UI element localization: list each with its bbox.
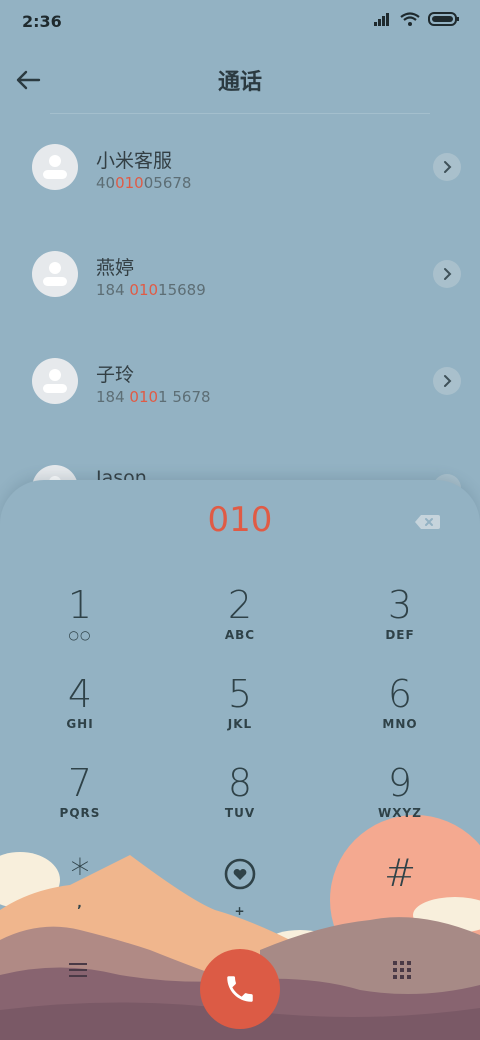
key-3[interactable]: 3 DEF — [340, 584, 460, 664]
key-letters: GHI — [66, 717, 94, 731]
menu-icon — [69, 963, 87, 977]
key-1[interactable]: 1 ○○ — [20, 584, 140, 664]
key-digit: 9 — [387, 761, 413, 805]
key-letters: WXYZ — [378, 806, 422, 820]
key-5[interactable]: 5 JKL — [180, 673, 300, 753]
contact-item[interactable]: 小米客服 4001005678 — [0, 120, 480, 226]
wifi-icon — [400, 12, 420, 26]
chevron-right-icon — [444, 268, 452, 280]
contact-name: 小米客服 — [96, 150, 173, 172]
key-7[interactable]: 7 PQRS — [20, 762, 140, 842]
key-digit: * — [70, 851, 90, 895]
person-icon — [43, 155, 67, 179]
header: 通话 — [0, 52, 480, 108]
contact-number: 184 01015689 — [96, 281, 206, 299]
key-letters: + — [234, 904, 246, 918]
header-divider — [50, 113, 430, 114]
contact-name: 燕婷 — [96, 257, 135, 279]
key-letters: TUV — [224, 806, 256, 820]
page-title: 通话 — [217, 70, 262, 95]
dialed-number-display: 010 — [207, 500, 273, 540]
contact-number: 4001005678 — [96, 174, 192, 192]
key-digit: 7 — [67, 761, 93, 805]
key-hash[interactable]: # — [340, 852, 460, 932]
status-icons — [374, 12, 460, 26]
contact-item[interactable]: 子玲 184 0101 5678 — [0, 334, 480, 440]
person-icon — [43, 369, 67, 393]
key-letters: JKL — [227, 717, 253, 731]
key-letters: , — [77, 896, 83, 910]
key-digit: 5 — [227, 672, 253, 716]
key-6[interactable]: 6 MNO — [340, 673, 460, 753]
contact-detail-button[interactable] — [433, 153, 461, 181]
key-9[interactable]: 9 WXYZ — [340, 762, 460, 842]
key-letters: MNO — [382, 717, 418, 731]
dialer-panel: 010 1 ○○ 2 ABC 3 DEF 4 GHI 5 JKL 6 MNO 7… — [0, 480, 480, 1040]
key-letters: PQRS — [59, 806, 101, 820]
phone-icon — [227, 976, 253, 1002]
key-star[interactable]: * , — [20, 852, 140, 932]
status-bar: 2:36 — [0, 0, 480, 44]
keypad-icon — [393, 961, 411, 979]
key-8[interactable]: 8 TUV — [180, 762, 300, 842]
heart-icon — [180, 852, 300, 902]
key-digit: 6 — [387, 672, 413, 716]
key-4[interactable]: 4 GHI — [20, 673, 140, 753]
keypad-toggle-button[interactable] — [382, 950, 422, 990]
contact-list: 小米客服 4001005678 燕婷 184 01015689 子玲 184 0… — [0, 120, 480, 500]
key-digit: 8 — [227, 761, 253, 805]
avatar — [32, 251, 78, 297]
voicemail-icon: ○○ — [68, 628, 92, 642]
avatar — [32, 358, 78, 404]
status-time: 2:36 — [22, 12, 62, 31]
key-digit: 4 — [67, 672, 93, 716]
key-letters: DEF — [385, 628, 415, 642]
backspace-icon — [415, 515, 440, 529]
chevron-right-icon — [444, 375, 452, 387]
contact-detail-button[interactable] — [433, 260, 461, 288]
key-digit: 3 — [387, 583, 413, 627]
key-digit: 1 — [67, 583, 93, 627]
contact-item[interactable]: 燕婷 184 01015689 — [0, 227, 480, 333]
call-button[interactable] — [200, 949, 280, 1029]
backspace-button[interactable] — [412, 510, 442, 534]
key-2[interactable]: 2 ABC — [180, 584, 300, 664]
chevron-right-icon — [444, 161, 452, 173]
key-digit: 2 — [227, 583, 253, 627]
signal-icon — [374, 13, 389, 26]
key-letters: ABC — [224, 628, 256, 642]
key-digit: # — [384, 851, 416, 895]
contact-number: 184 0101 5678 — [96, 388, 211, 406]
menu-button[interactable] — [58, 950, 98, 990]
person-icon — [43, 262, 67, 286]
contact-detail-button[interactable] — [433, 367, 461, 395]
battery-icon — [428, 12, 459, 26]
contact-name: 子玲 — [96, 364, 135, 386]
avatar — [32, 144, 78, 190]
key-0[interactable]: + — [180, 852, 300, 932]
